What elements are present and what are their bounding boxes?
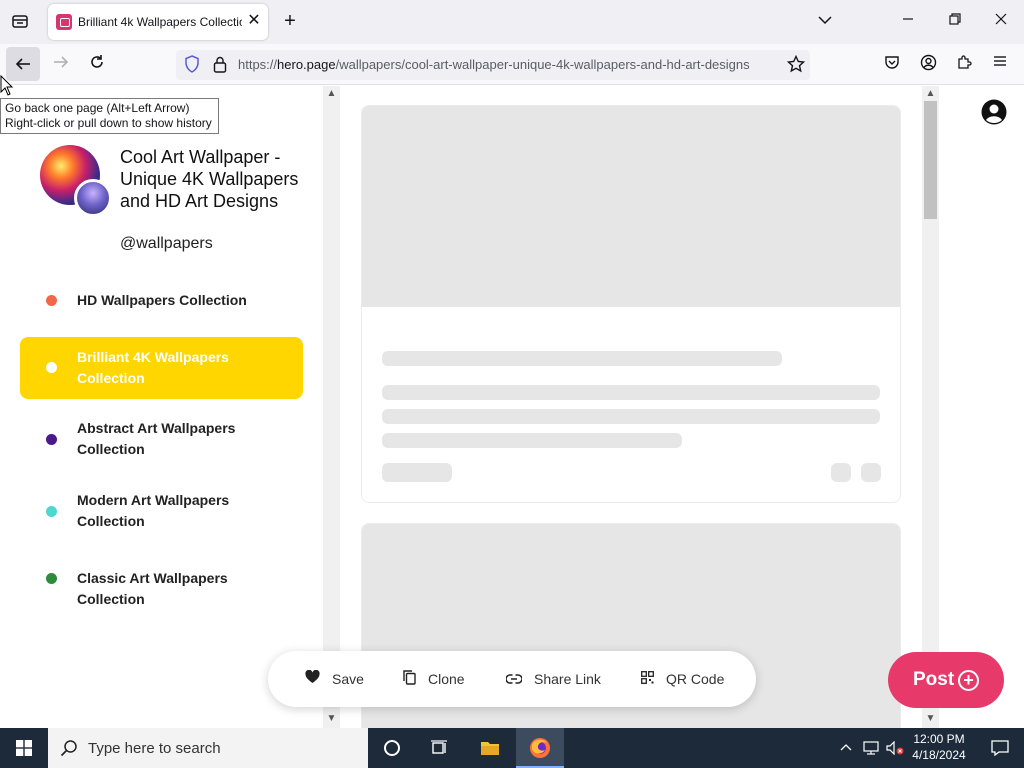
new-tab-icon[interactable]: +: [280, 11, 300, 31]
category-label: Classic Art Wallpapers Collection: [77, 570, 228, 607]
sidebar-scroll-down-icon[interactable]: ▼: [324, 713, 339, 725]
search-icon: [60, 740, 77, 757]
tooltip-line-1: Go back one page (Alt+Left Arrow): [5, 101, 190, 115]
file-explorer-icon[interactable]: [466, 728, 514, 768]
plus-circle-icon: +: [958, 670, 979, 691]
category-hd-wallpapers[interactable]: HD Wallpapers Collection: [20, 282, 303, 318]
mouse-cursor-icon: [0, 75, 14, 96]
profile-secondary-avatar: [74, 179, 112, 217]
post-label: Post: [913, 669, 955, 690]
pocket-icon[interactable]: [882, 54, 902, 76]
firefox-taskbar-icon[interactable]: [516, 728, 564, 768]
category-dot: [46, 434, 57, 445]
taskbar-clock[interactable]: 12:00 PM 4/18/2024: [910, 731, 968, 763]
category-dot: [46, 573, 57, 584]
qr-code-icon: [641, 670, 654, 688]
tracking-protection-icon[interactable]: [182, 55, 202, 79]
tab-title: Brilliant 4k Wallpapers Collection: [78, 15, 242, 29]
image-placeholder: [362, 106, 900, 307]
user-account-icon[interactable]: [981, 99, 1007, 125]
qr-code-button[interactable]: QR Code: [641, 669, 724, 689]
tag-placeholder: [382, 463, 452, 482]
minimize-icon[interactable]: [898, 11, 918, 31]
windows-start-icon[interactable]: [0, 728, 48, 768]
main-scrollbar-thumb[interactable]: [924, 101, 937, 219]
loading-post-card[interactable]: [361, 105, 901, 503]
reload-icon[interactable]: [87, 54, 107, 76]
show-hidden-icons-icon[interactable]: [836, 728, 856, 768]
post-button[interactable]: Post +: [888, 652, 1004, 708]
save-label: Save: [332, 671, 364, 687]
tooltip-line-2: Right-click or pull down to show history: [5, 116, 212, 130]
address-bar[interactable]: https://hero.page/wallpapers/cool-art-wa…: [176, 50, 810, 80]
main-scroll-up-icon[interactable]: ▲: [923, 88, 938, 100]
taskbar-search-placeholder: Type here to search: [88, 740, 221, 757]
notifications-icon[interactable]: [976, 728, 1024, 768]
menu-icon[interactable]: [990, 54, 1010, 74]
qr-code-label: QR Code: [666, 671, 725, 687]
category-classic-art[interactable]: Classic Art Wallpapers Collection: [20, 560, 303, 607]
heart-icon: [305, 669, 320, 688]
profile-handle[interactable]: @wallpapers: [120, 235, 213, 253]
tab-list-icon[interactable]: [10, 12, 30, 36]
sidebar-scroll-up-icon[interactable]: ▲: [324, 88, 339, 100]
category-dot: [46, 295, 57, 306]
network-icon[interactable]: [860, 728, 882, 768]
clone-label: Clone: [428, 671, 465, 687]
main-feed: [340, 86, 922, 728]
forward-icon[interactable]: [51, 54, 71, 76]
text-placeholder: [382, 409, 880, 424]
text-placeholder: [382, 433, 682, 448]
clock-date: 4/18/2024: [912, 748, 966, 762]
action-placeholder: [831, 463, 851, 482]
restore-icon[interactable]: [945, 11, 965, 31]
volume-muted-icon[interactable]: [884, 728, 906, 768]
category-label: Brilliant 4K Wallpapers Collection: [77, 349, 229, 386]
main-scroll-down-icon[interactable]: ▼: [923, 713, 938, 725]
bookmark-star-icon[interactable]: [786, 54, 806, 79]
profile-title: Cool Art Wallpaper - Unique 4K Wallpaper…: [120, 147, 299, 211]
extensions-icon[interactable]: [954, 54, 974, 76]
category-brilliant-4k[interactable]: Brilliant 4K Wallpapers Collection: [20, 337, 303, 399]
windows-taskbar: Type here to search 12:00 PM 4/18/2024: [0, 728, 1024, 768]
sidebar-scrollbar[interactable]: [323, 86, 340, 728]
account-circle-icon[interactable]: [918, 54, 938, 77]
action-bar: Save Clone Share Link QR Code: [268, 651, 756, 707]
taskbar-search-box[interactable]: Type here to search: [48, 728, 368, 768]
category-label: HD Wallpapers Collection: [77, 292, 247, 308]
category-label: Modern Art Wallpapers Collection: [77, 492, 230, 529]
back-button-tooltip: Go back one page (Alt+Left Arrow) Right-…: [0, 98, 219, 134]
category-label: Abstract Art Wallpapers Collection: [77, 420, 236, 457]
cortana-icon[interactable]: [368, 728, 416, 768]
action-placeholder: [861, 463, 881, 482]
copy-icon: [403, 669, 416, 689]
list-all-tabs-icon[interactable]: [815, 11, 835, 31]
category-abstract-art[interactable]: Abstract Art Wallpapers Collection: [20, 408, 303, 470]
close-window-icon[interactable]: [991, 11, 1011, 31]
share-link-button[interactable]: Share Link: [505, 669, 601, 689]
category-dot: [46, 362, 57, 373]
text-placeholder: [382, 385, 880, 400]
category-modern-art[interactable]: Modern Art Wallpapers Collection: [20, 480, 303, 542]
link-icon: [505, 671, 523, 688]
clone-button[interactable]: Clone: [403, 669, 465, 689]
tab-bar: Brilliant 4k Wallpapers Collection ✕ +: [0, 0, 1024, 44]
task-view-icon[interactable]: [416, 728, 464, 768]
category-dot: [46, 506, 57, 517]
share-link-label: Share Link: [534, 671, 601, 687]
site-favicon-icon: [56, 14, 72, 30]
url-text: https://hero.page/wallpapers/cool-art-wa…: [238, 57, 750, 72]
profile-sidebar: Cool Art Wallpaper - Unique 4K Wallpaper…: [0, 86, 323, 728]
tab-close-icon[interactable]: ✕: [245, 12, 263, 30]
browser-tab[interactable]: Brilliant 4k Wallpapers Collection ✕: [48, 4, 268, 40]
navigation-bar: https://hero.page/wallpapers/cool-art-wa…: [0, 44, 1024, 85]
clock-time: 12:00 PM: [913, 732, 965, 746]
title-placeholder: [382, 351, 782, 366]
lock-icon[interactable]: [210, 55, 230, 79]
save-button[interactable]: Save: [305, 669, 364, 689]
